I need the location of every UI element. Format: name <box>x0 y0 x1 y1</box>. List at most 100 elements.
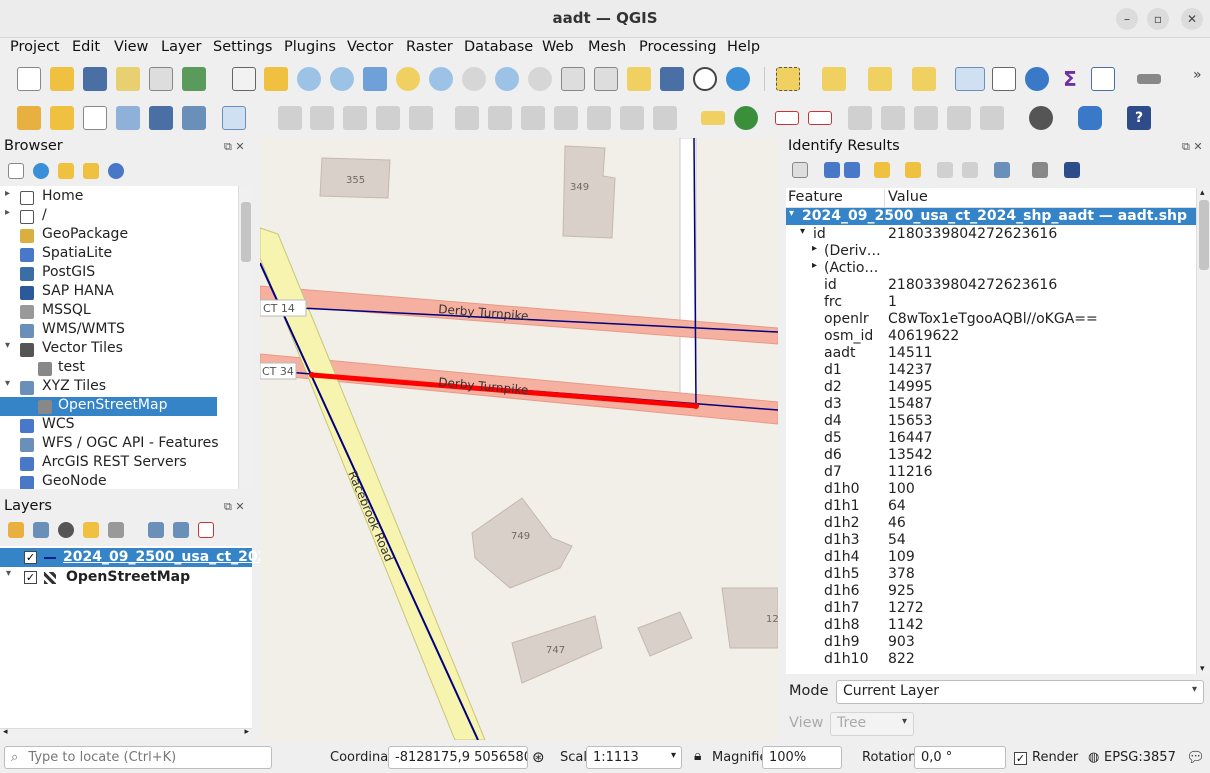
layer-diagram-icon[interactable] <box>734 106 758 130</box>
pin-labels-icon[interactable] <box>775 111 799 125</box>
open-project-icon[interactable] <box>50 67 74 91</box>
column-value[interactable]: Value <box>884 189 928 209</box>
open-field-calculator-icon[interactable] <box>1091 67 1115 91</box>
data-source-manager-icon[interactable] <box>17 106 41 130</box>
new-virtual-layer-icon[interactable] <box>149 106 173 130</box>
help-icon[interactable] <box>1064 162 1080 178</box>
menu-project[interactable]: Project <box>10 39 60 55</box>
menu-processing[interactable]: Processing <box>639 39 716 55</box>
scale-field[interactable]: 1:1113 ▾ <box>586 746 682 769</box>
maximize-button[interactable]: ▫ <box>1147 8 1169 30</box>
zoom-layer-icon[interactable] <box>429 67 453 91</box>
menu-vector[interactable]: Vector <box>347 39 393 55</box>
browser-item[interactable]: WCS <box>0 416 238 435</box>
expand-tree-icon[interactable] <box>792 162 808 178</box>
new-print-layout-icon[interactable] <box>116 67 140 91</box>
attribute-row[interactable]: d1h8 1142 <box>786 617 1196 634</box>
filter-expression-icon[interactable] <box>108 522 124 538</box>
result-feature-row[interactable]: ▾ id 2180339804272623616 <box>786 226 1196 243</box>
print-results-icon[interactable] <box>962 162 978 178</box>
show-hide-labels-icon[interactable] <box>881 106 905 130</box>
lock-scale-icon[interactable]: 🔒︎ <box>694 748 701 764</box>
attribute-row[interactable]: d3 15487 <box>786 396 1196 413</box>
pan-icon[interactable] <box>232 67 256 91</box>
redo-icon[interactable] <box>653 106 677 130</box>
copy-feature-icon[interactable] <box>937 162 953 178</box>
zoom-selection-icon[interactable] <box>396 67 420 91</box>
style-layer-icon[interactable] <box>8 522 24 538</box>
new-temporary-layer-icon[interactable] <box>116 106 140 130</box>
attribute-row[interactable]: d6 13542 <box>786 447 1196 464</box>
browser-item[interactable]: ▸ / <box>0 207 238 226</box>
zoom-out-icon[interactable] <box>330 67 354 91</box>
zoom-full-icon[interactable] <box>363 67 387 91</box>
crs-globe-icon[interactable]: ◍ <box>1088 750 1099 765</box>
show-bookmarks-icon[interactable] <box>660 67 684 91</box>
layer-row-aadt[interactable]: ✓ 2024_09_2500_usa_ct_2024 <box>0 548 277 567</box>
menu-help[interactable]: Help <box>727 39 760 55</box>
attribute-row[interactable]: openlr C8wTox1eTgooAQBl//oKGA== <box>786 311 1196 328</box>
browser-scrollbar[interactable] <box>238 186 252 489</box>
collapse-all-icon[interactable] <box>83 163 99 179</box>
select-features-icon[interactable] <box>776 67 800 91</box>
multi-edit-icon[interactable] <box>455 106 479 130</box>
layers-dock-buttons[interactable]: ⧉ ✕ <box>224 500 245 514</box>
filter-icon[interactable] <box>58 163 74 179</box>
toggle-editing-icon[interactable] <box>310 106 334 130</box>
statistics-sigma-icon[interactable]: Σ <box>1058 67 1082 91</box>
identify-features-icon[interactable] <box>955 67 985 91</box>
attribute-row[interactable]: d1h1 64 <box>786 498 1196 515</box>
menu-raster[interactable]: Raster <box>406 39 453 55</box>
select-by-location-icon[interactable] <box>912 67 936 91</box>
deselect-icon[interactable] <box>868 67 892 91</box>
info-icon[interactable] <box>108 163 124 179</box>
attribute-row[interactable]: d1h6 925 <box>786 583 1196 600</box>
zoom-in-icon[interactable] <box>297 67 321 91</box>
expand-all-icon[interactable] <box>824 162 840 178</box>
attribute-row[interactable]: d1h10 822 <box>786 651 1196 668</box>
browser-item[interactable]: ArcGIS REST Servers <box>0 454 238 473</box>
zoom-last-icon[interactable] <box>495 67 519 91</box>
add-selected-layers-icon[interactable] <box>8 163 24 179</box>
crs-button[interactable]: EPSG:3857 <box>1104 750 1176 765</box>
attribute-row[interactable]: d4 15653 <box>786 413 1196 430</box>
refresh-icon[interactable] <box>33 163 49 179</box>
expand-new-results-icon[interactable] <box>874 162 890 178</box>
browser-item[interactable]: SpatiaLite <box>0 245 238 264</box>
map-canvas[interactable]: 355 349 749 747 12 Derby Turnpike Derby … <box>260 138 778 740</box>
layer-row-openstreetmap[interactable]: ▾ ✓ OpenStreetMap <box>0 568 252 587</box>
locate-search-input[interactable]: ⌕ Type to locate (Ctrl+K) <box>4 746 272 769</box>
save-edits-icon[interactable] <box>343 106 367 130</box>
attribute-row[interactable]: osm_id 40619622 <box>786 328 1196 345</box>
processing-toolbox-icon[interactable] <box>1025 67 1049 91</box>
browser-item[interactable]: OpenStreetMap <box>0 397 217 416</box>
new-geopackage-layer-icon[interactable] <box>50 106 74 130</box>
vertex-tool-icon[interactable] <box>409 106 433 130</box>
layer-visibility-checkbox[interactable]: ✓ <box>24 571 37 584</box>
add-group-icon[interactable] <box>33 522 49 538</box>
collapse-all-icon[interactable] <box>844 162 860 178</box>
menu-edit[interactable]: Edit <box>72 39 100 55</box>
attribute-row[interactable]: d5 16447 <box>786 430 1196 447</box>
browser-item[interactable]: ▸ Home <box>0 188 238 207</box>
menu-mesh[interactable]: Mesh <box>588 39 626 55</box>
rotation-field[interactable]: 0,0 ° <box>914 746 1006 769</box>
render-checkbox[interactable]: ✓ <box>1014 752 1027 765</box>
clear-results-icon[interactable] <box>905 162 921 178</box>
python-console-icon[interactable] <box>1078 106 1102 130</box>
new-mesh-layer-icon[interactable] <box>182 106 206 130</box>
actions-row[interactable]: ▸ (Actio… <box>786 260 1196 277</box>
attribute-row[interactable]: d1h2 46 <box>786 515 1196 532</box>
style-manager-icon[interactable] <box>182 67 206 91</box>
identify-scrollbar[interactable]: ▴ ▾ <box>1196 188 1210 674</box>
undo-icon[interactable] <box>620 106 644 130</box>
menu-web[interactable]: Web <box>542 39 574 55</box>
attribute-row[interactable]: d1h0 100 <box>786 481 1196 498</box>
magnifier-field[interactable]: 100% <box>762 746 842 769</box>
browser-item[interactable]: WMS/WMTS <box>0 321 238 340</box>
attribute-row[interactable]: d2 14995 <box>786 379 1196 396</box>
browser-item[interactable]: GeoPackage <box>0 226 238 245</box>
label-properties-icon[interactable] <box>980 106 1004 130</box>
attribute-row[interactable]: d1h4 109 <box>786 549 1196 566</box>
expand-arrow-icon[interactable]: ▸ <box>5 207 10 218</box>
